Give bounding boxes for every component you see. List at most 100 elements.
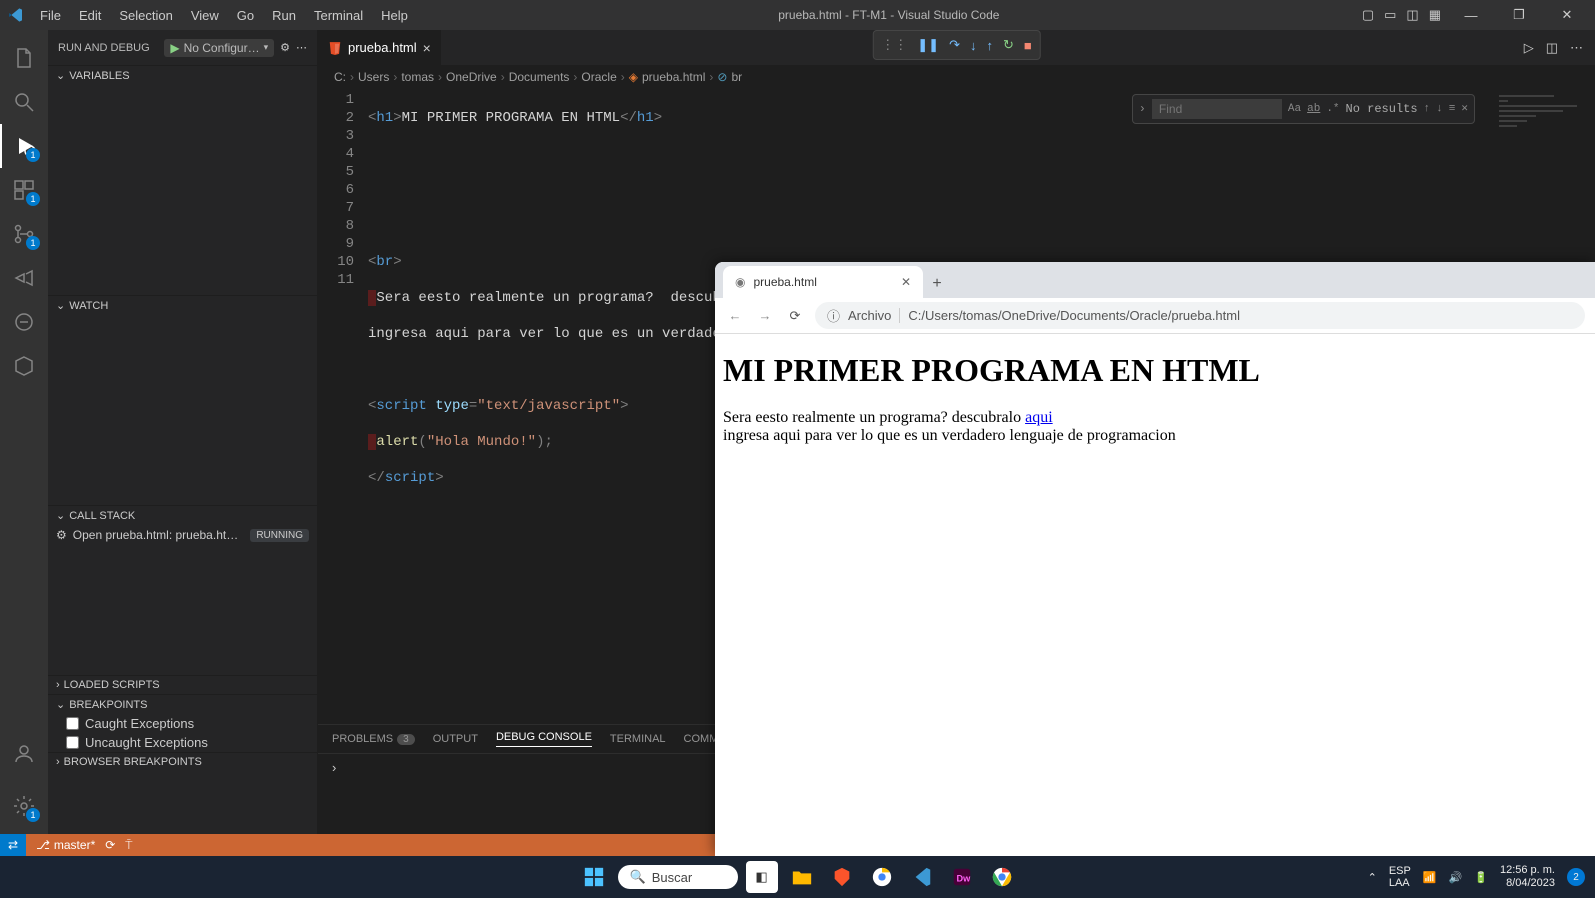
uncaught-checkbox[interactable] [66,736,79,749]
forward-button[interactable]: → [755,308,775,323]
pause-icon[interactable]: ❚❚ [917,37,939,53]
close-tab-icon[interactable]: ✕ [901,275,911,289]
chrome-canary-icon[interactable] [866,861,898,893]
more-editor-actions-icon[interactable]: ⋯ [1570,40,1583,56]
search-icon[interactable] [0,80,48,124]
caught-checkbox[interactable] [66,717,79,730]
address-bar[interactable]: ⓘ Archivo C:/Users/tomas/OneDrive/Docume… [815,302,1585,329]
menu-terminal[interactable]: Terminal [306,4,371,27]
drag-handle-icon[interactable]: ⋮⋮ [881,37,907,53]
bc-users[interactable]: Users [358,70,389,84]
menu-go[interactable]: Go [229,4,262,27]
battery-icon[interactable]: 🔋 [1474,871,1488,884]
bc-element[interactable]: br [731,70,742,84]
debug-config-select[interactable]: ▶ No Configur… ▾ [164,39,274,57]
browser-viewport[interactable]: MI PRIMER PROGRAMA EN HTML Sera eesto re… [715,334,1595,856]
breadcrumb[interactable]: C:› Users› tomas› OneDrive› Documents› O… [318,65,1595,89]
run-icon[interactable]: ▷ [1524,40,1534,56]
maximize-button[interactable]: ❐ [1499,1,1539,29]
back-button[interactable]: ← [725,308,745,323]
bc-documents[interactable]: Documents [509,70,570,84]
customize-layout-icon[interactable]: ▦ [1429,7,1441,23]
remote-icon[interactable] [0,300,48,344]
menu-selection[interactable]: Selection [111,4,180,27]
find-input[interactable] [1152,99,1282,119]
browser-tab[interactable]: ◉ prueba.html ✕ [723,266,923,298]
brave-icon[interactable] [826,861,858,893]
split-editor-icon[interactable]: ◫ [1546,40,1558,56]
vscode-taskbar-icon[interactable] [906,861,938,893]
new-tab-button[interactable]: + [923,270,951,298]
uncaught-exceptions-row[interactable]: Uncaught Exceptions [48,733,317,752]
find-in-selection-icon[interactable]: ≡ [1449,100,1456,118]
prev-match-icon[interactable]: ↑ [1424,100,1431,118]
variables-header[interactable]: ⌄ VARIABLES [48,66,317,85]
find-widget[interactable]: › Aa ab .* No results ↑ ↓ ≡ ✕ [1132,94,1475,124]
live-share-icon[interactable] [0,256,48,300]
gear-icon[interactable]: ⚙ [280,41,290,54]
watch-header[interactable]: ⌄ WATCH [48,296,317,315]
start-button[interactable] [578,861,610,893]
restart-icon[interactable]: ↻ [1003,37,1014,53]
bc-drive[interactable]: C: [334,70,346,84]
settings-gear-icon[interactable]: 1 [0,784,48,828]
dreamweaver-icon[interactable]: Dw [946,861,978,893]
step-out-icon[interactable]: ↑ [986,38,993,53]
match-word-icon[interactable]: ab [1307,100,1320,118]
input-lang[interactable]: ESP LAA [1389,865,1411,889]
sync-button[interactable]: ⟳ [105,838,115,852]
toggle-secondary-sidebar-icon[interactable]: ◫ [1406,7,1418,23]
close-find-icon[interactable]: ✕ [1461,100,1468,118]
chrome-icon[interactable] [986,861,1018,893]
bc-oracle[interactable]: Oracle [581,70,616,84]
source-control-icon[interactable]: 1 [0,212,48,256]
menu-file[interactable]: File [32,4,69,27]
menu-help[interactable]: Help [373,4,416,27]
browser-breakpoints-header[interactable]: › BROWSER BREAKPOINTS [48,753,317,771]
toggle-primary-sidebar-icon[interactable]: ▢ [1362,7,1374,23]
caught-exceptions-row[interactable]: Caught Exceptions [48,714,317,733]
menu-edit[interactable]: Edit [71,4,109,27]
terminal-tab[interactable]: TERMINAL [610,733,666,745]
wifi-icon[interactable]: 📶 [1423,871,1437,884]
output-tab[interactable]: OUTPUT [433,733,478,745]
step-into-icon[interactable]: ↓ [970,38,977,53]
callstack-item[interactable]: ⚙ Open prueba.html: prueba.ht… RUNNING [48,525,317,545]
branch-button[interactable]: ⎇ master* [36,838,95,852]
tray-chevron-icon[interactable]: ⌃ [1368,871,1377,884]
volume-icon[interactable]: 🔊 [1449,871,1463,884]
run-debug-icon[interactable]: 1 [0,124,48,168]
info-icon[interactable]: ⓘ [827,306,840,325]
next-match-icon[interactable]: ↓ [1436,100,1443,118]
toggle-panel-icon[interactable]: ▭ [1384,7,1396,23]
chevron-right-icon[interactable]: › [1139,100,1146,118]
file-explorer-icon[interactable] [786,861,818,893]
breakpoints-header[interactable]: ⌄ BREAKPOINTS [48,695,317,714]
close-window-button[interactable]: ✕ [1547,1,1587,29]
more-actions-icon[interactable]: ⋯ [296,41,307,54]
step-over-icon[interactable]: ↷ [949,37,960,53]
problems-tab[interactable]: PROBLEMS 3 [332,733,415,745]
regex-icon[interactable]: .* [1326,100,1339,118]
stop-icon[interactable]: ■ [1024,38,1032,53]
reload-button[interactable]: ⟳ [785,308,805,324]
remote-button[interactable]: ⇄ [0,834,26,856]
tab-prueba-html[interactable]: prueba.html × [318,30,442,65]
accounts-icon[interactable] [0,732,48,776]
bc-tomas[interactable]: tomas [401,70,434,84]
debug-toolbar[interactable]: ⋮⋮ ❚❚ ↷ ↓ ↑ ↻ ■ [872,30,1040,60]
clock[interactable]: 12:56 p. m. 8/04/2023 [1500,864,1555,890]
notifications-icon[interactable]: 2 [1567,868,1585,886]
extensions-icon[interactable]: 1 [0,168,48,212]
menu-view[interactable]: View [183,4,227,27]
close-tab-icon[interactable]: × [423,40,431,56]
explorer-icon[interactable] [0,36,48,80]
match-case-icon[interactable]: Aa [1288,100,1301,118]
live-server-button[interactable]: ⍑ [125,838,132,853]
loaded-scripts-header[interactable]: › LOADED SCRIPTS [48,676,317,694]
taskbar-search[interactable]: 🔍 Buscar [618,865,738,889]
page-link[interactable]: aqui [1025,409,1053,426]
minimize-button[interactable]: — [1451,1,1491,29]
database-icon[interactable] [0,344,48,388]
debug-console-tab[interactable]: DEBUG CONSOLE [496,731,592,747]
